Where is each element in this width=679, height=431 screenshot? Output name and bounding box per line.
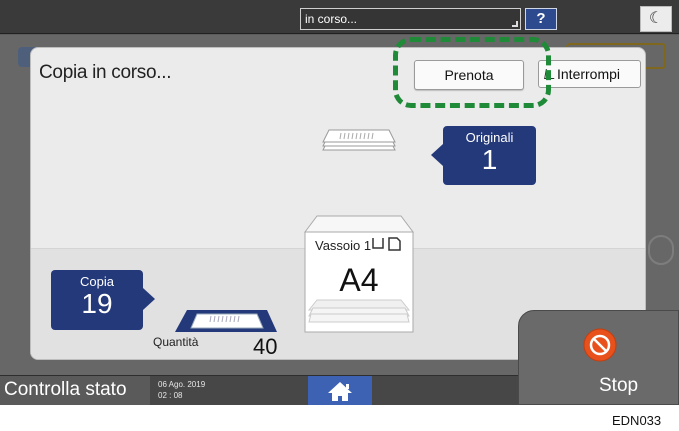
copier-screen: in corso... ? ☾ Copia in corso... Prenot… [0, 0, 679, 405]
dialog-title: Copia in corso... [39, 62, 172, 83]
badge-pointer [143, 288, 155, 310]
top-bar: in corso... ? ☾ [0, 0, 679, 34]
stop-icon [583, 328, 617, 362]
check-status-button[interactable]: Controlla stato [0, 376, 150, 405]
copies-count-badge: Copia 19 [51, 270, 155, 330]
job-status-text: in corso... [305, 12, 358, 26]
output-tray-icon [175, 310, 277, 332]
stop-label: Stop [599, 375, 639, 396]
badge-pointer [431, 144, 443, 166]
interrompi-label: Interrompi [557, 66, 621, 82]
date-time-display: 06 Ago. 2019 02 : 08 [158, 379, 205, 401]
copies-count: 19 [81, 288, 113, 319]
background-dial [648, 235, 674, 265]
time-text: 02 : 08 [158, 391, 183, 400]
originals-count: 1 [481, 144, 498, 175]
home-button[interactable] [308, 376, 372, 405]
moon-icon: ☾ [648, 10, 664, 27]
stop-button[interactable]: Stop [518, 310, 679, 405]
figure-code: EDN033 [612, 413, 662, 428]
help-button[interactable]: ? [525, 8, 557, 30]
interrompi-button[interactable]: Interrompi [538, 60, 641, 88]
home-icon [328, 382, 352, 401]
job-status-field[interactable]: in corso... [300, 8, 521, 30]
original-document-stack-icon [322, 129, 396, 151]
paper-size: A4 [339, 262, 379, 298]
copies-label: Copia [80, 274, 114, 289]
date-text: 06 Ago. 2019 [158, 380, 206, 389]
bottom-bar: Controlla stato 06 Ago. 2019 02 : 08 [0, 375, 518, 405]
energy-saver-button[interactable]: ☾ [640, 6, 672, 32]
originals-count-badge: Originali 1 [431, 126, 536, 185]
tray-label: Vassoio 1 [315, 238, 372, 253]
prenota-highlight-callout [393, 37, 551, 108]
quantity-value: 40 [253, 334, 278, 359]
originals-label: Originali [465, 130, 514, 145]
expand-grip-icon [512, 21, 518, 27]
quantity-label: Quantità [153, 335, 199, 349]
